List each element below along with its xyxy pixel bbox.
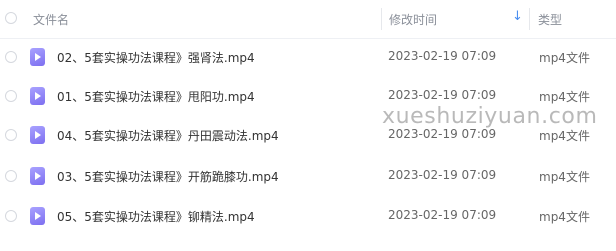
- row-checkbox[interactable]: [5, 129, 17, 141]
- row-checkbox[interactable]: [5, 51, 17, 63]
- file-name[interactable]: 01、5套实操功法课程》甩阳功.mp4: [57, 88, 255, 105]
- file-row[interactable]: 05、5套实操功法课程》铆精法.mp4 2023-02-19 07:09 mp4…: [0, 197, 616, 235]
- column-header-type[interactable]: 类型: [538, 11, 562, 28]
- file-name[interactable]: 05、5套实操功法课程》铆精法.mp4: [57, 208, 255, 225]
- file-name[interactable]: 02、5套实操功法课程》强肾法.mp4: [57, 49, 255, 66]
- file-modified-time: 2023-02-19 07:09: [388, 208, 497, 222]
- watermark-text: xueshuziyuan.com: [382, 104, 598, 129]
- file-modified-time: 2023-02-19 07:09: [388, 49, 497, 63]
- file-row[interactable]: 03、5套实操功法课程》开筋跪膝功.mp4 2023-02-19 07:09 m…: [0, 157, 616, 195]
- file-modified-time: 2023-02-19 07:09: [388, 168, 497, 182]
- video-file-icon: [30, 207, 45, 225]
- file-name[interactable]: 03、5套实操功法课程》开筋跪膝功.mp4: [57, 168, 279, 185]
- file-row[interactable]: 02、5套实操功法课程》强肾法.mp4 2023-02-19 07:09 mp4…: [0, 38, 616, 76]
- arrow-down-icon[interactable]: ↓: [512, 9, 523, 24]
- file-name[interactable]: 04、5套实操功法课程》丹田震动法.mp4: [57, 127, 279, 144]
- video-file-icon: [30, 48, 45, 66]
- column-header-name[interactable]: 文件名: [33, 11, 69, 28]
- row-checkbox[interactable]: [5, 210, 17, 222]
- file-modified-time: 2023-02-19 07:09: [388, 127, 497, 141]
- file-type: mp4文件: [539, 51, 590, 65]
- column-divider[interactable]: [381, 8, 382, 30]
- row-checkbox[interactable]: [5, 90, 17, 102]
- file-type: mp4文件: [539, 170, 590, 184]
- column-divider[interactable]: [529, 8, 530, 30]
- video-file-icon: [30, 87, 45, 105]
- row-checkbox[interactable]: [5, 170, 17, 182]
- file-type: mp4文件: [539, 210, 590, 224]
- file-type: mp4文件: [539, 90, 590, 104]
- file-modified-time: 2023-02-19 07:09: [388, 88, 497, 102]
- file-type: mp4文件: [539, 129, 590, 143]
- video-file-icon: [30, 167, 45, 185]
- video-file-icon: [30, 126, 45, 144]
- column-header-modified-time[interactable]: 修改时间: [389, 11, 437, 28]
- file-list-header: 文件名 修改时间 ↓ 类型: [0, 0, 616, 39]
- select-all-checkbox[interactable]: [5, 12, 17, 24]
